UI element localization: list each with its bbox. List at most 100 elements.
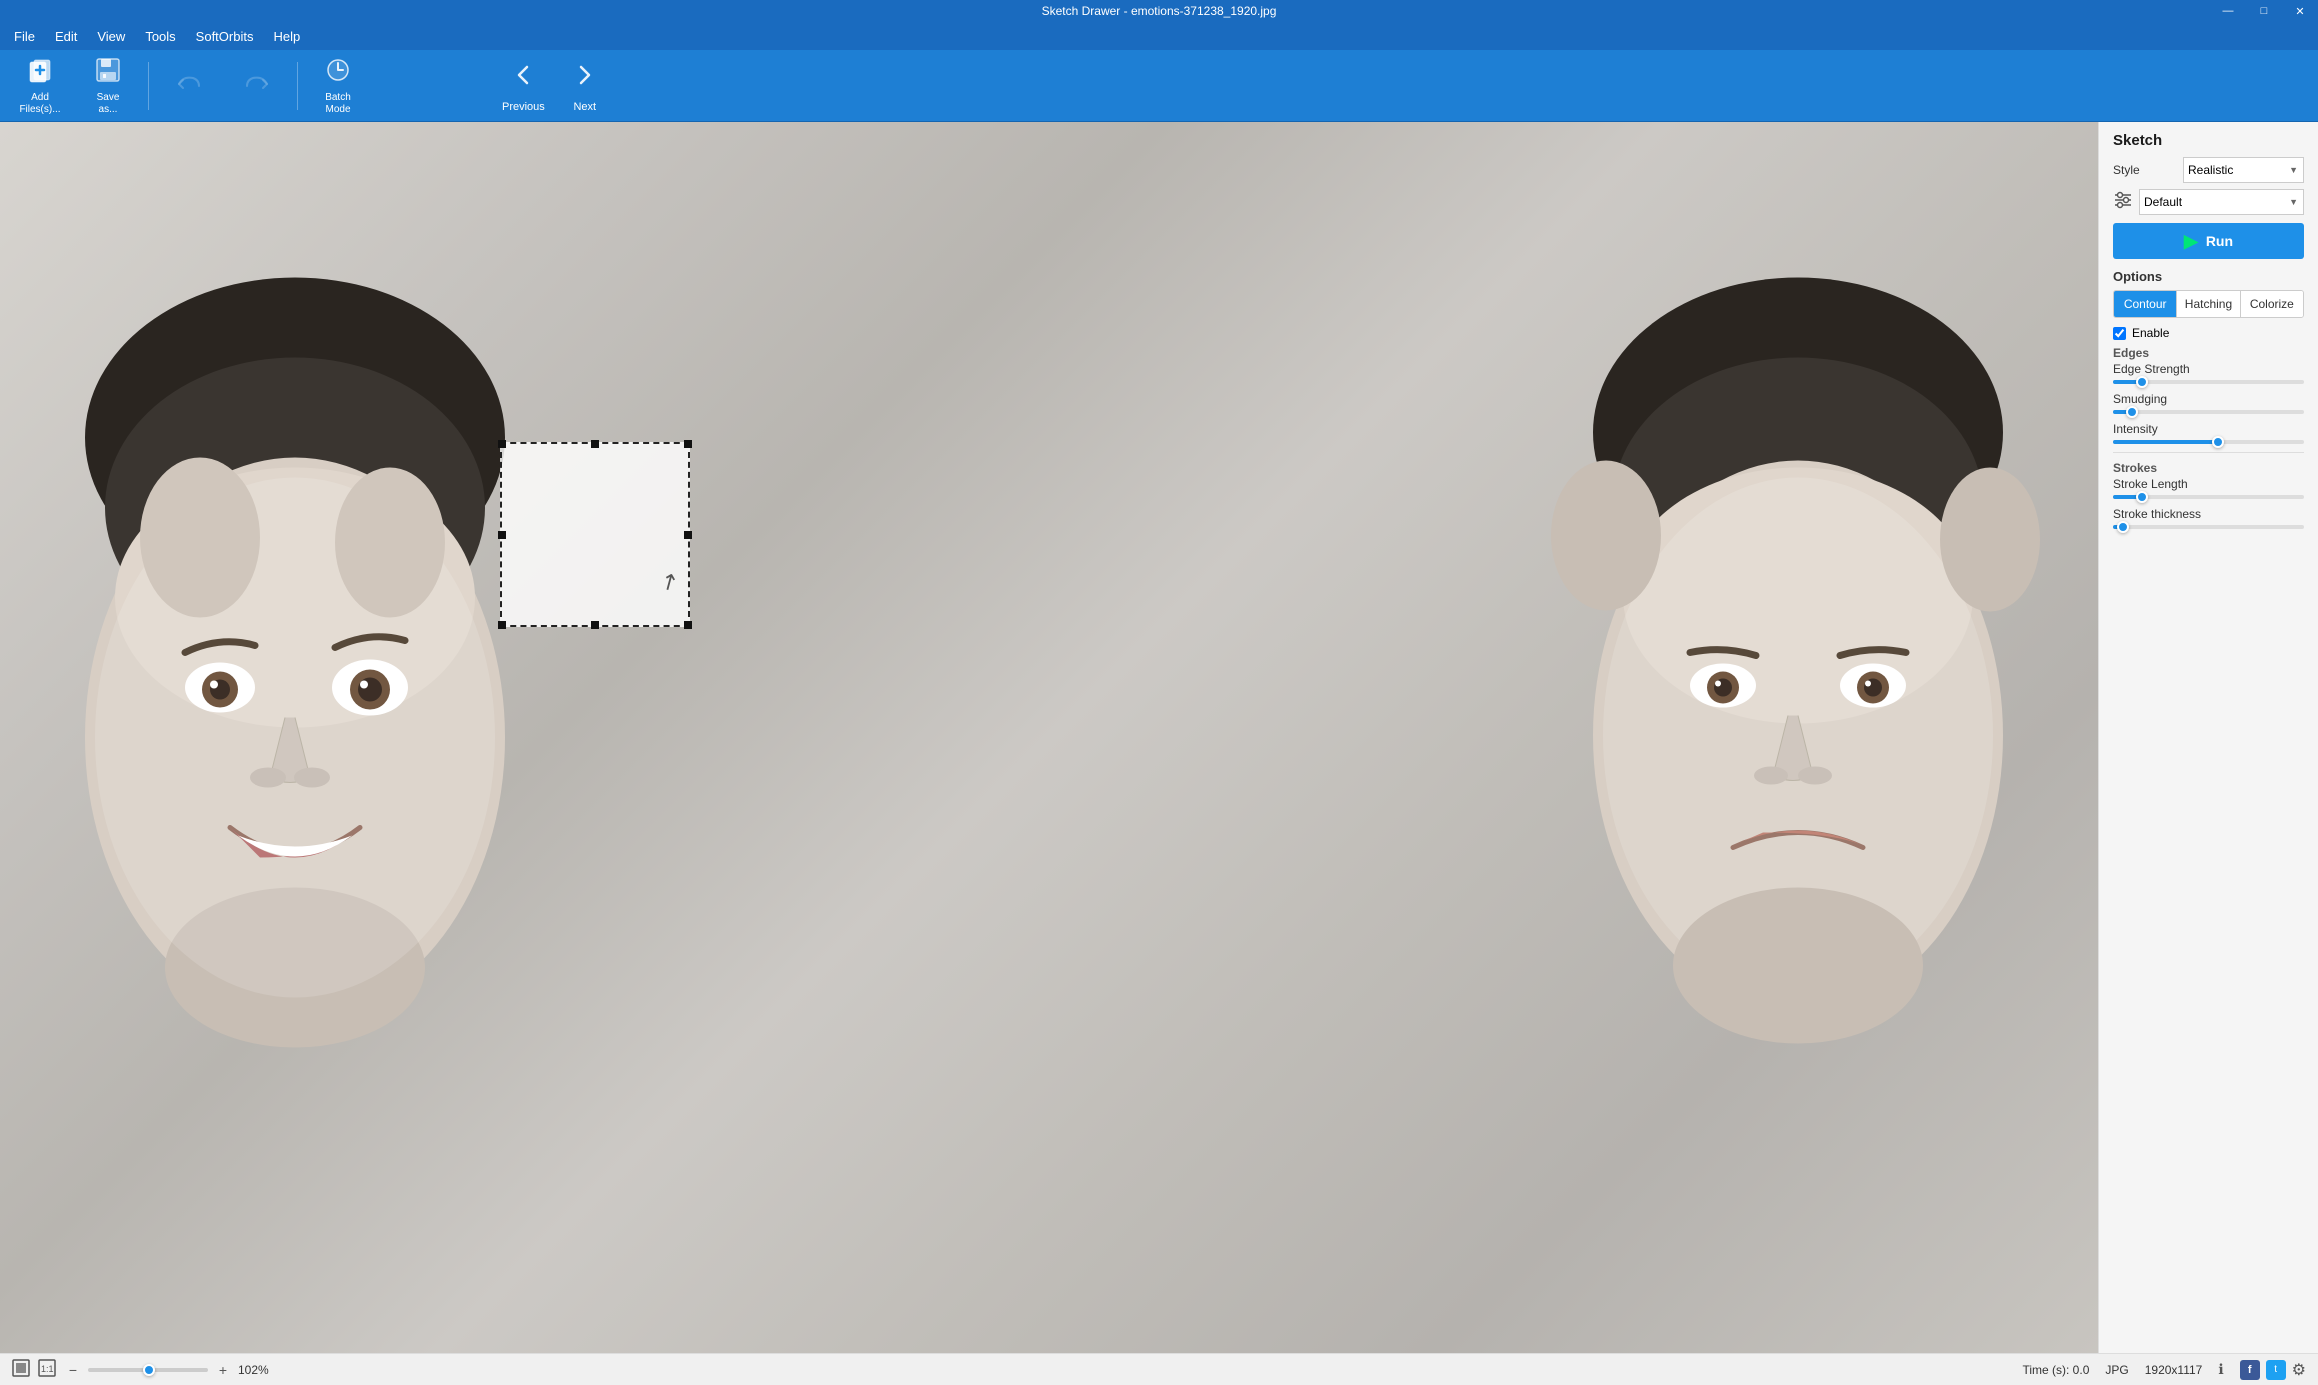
panel-sketch-section: Sketch Style Realistic — [2099, 122, 2318, 545]
edge-strength-label: Edge Strength — [2113, 362, 2304, 376]
menu-softorbits[interactable]: SoftOrbits — [186, 25, 264, 48]
maximize-button[interactable]: □ — [2246, 0, 2282, 22]
stroke-thickness-track[interactable] — [2113, 525, 2304, 529]
save-as-icon — [94, 56, 122, 88]
dimensions-label: 1920x1117 — [2145, 1363, 2203, 1377]
presets-select[interactable]: Default — [2139, 189, 2304, 215]
sel-handle-tr[interactable] — [684, 440, 692, 448]
stroke-thickness-label: Stroke thickness — [2113, 507, 2304, 521]
canvas-area[interactable]: ↗ — [0, 122, 2098, 1353]
menu-file[interactable]: File — [4, 25, 45, 48]
previous-button[interactable]: Previous — [494, 55, 553, 117]
style-select[interactable]: Realistic — [2183, 157, 2304, 183]
batch-mode-button[interactable]: BatchMode — [306, 54, 370, 118]
menu-help[interactable]: Help — [263, 25, 310, 48]
sel-handle-bc[interactable] — [591, 621, 599, 629]
svg-text:1:1: 1:1 — [41, 1364, 54, 1374]
edge-strength-row: Edge Strength — [2113, 362, 2304, 384]
add-files-icon — [26, 56, 54, 88]
undo-button[interactable] — [157, 54, 221, 118]
smudging-track[interactable] — [2113, 410, 2304, 414]
tab-hatching[interactable]: Hatching — [2177, 291, 2240, 317]
run-button[interactable]: ▶ Run — [2113, 223, 2304, 259]
toolbar-divider-1 — [148, 62, 149, 110]
time-label: Time (s): 0.0 — [2022, 1363, 2089, 1377]
options-label: Options — [2113, 269, 2304, 284]
minimize-button[interactable]: — — [2210, 0, 2246, 22]
main-layout: ↗ Sketch Style Realistic — [0, 122, 2318, 1353]
intensity-label: Intensity — [2113, 422, 2304, 436]
info-icon[interactable]: ℹ — [2218, 1361, 2223, 1378]
stroke-thickness-thumb[interactable] — [2117, 521, 2129, 533]
panel-title: Sketch — [2113, 132, 2304, 149]
left-face-svg — [0, 122, 660, 1353]
tab-contour[interactable]: Contour — [2114, 291, 2177, 317]
status-right: Time (s): 0.0 JPG 1920x1117 ℹ f t ⚙ — [2022, 1360, 2306, 1380]
stroke-length-track[interactable] — [2113, 495, 2304, 499]
smudging-row: Smudging — [2113, 392, 2304, 414]
enable-label: Enable — [2132, 326, 2169, 340]
menu-bar: File Edit View Tools SoftOrbits Help — [0, 22, 2318, 50]
facebook-icon[interactable]: f — [2240, 1360, 2260, 1380]
twitter-icon[interactable]: t — [2266, 1360, 2286, 1380]
intensity-thumb[interactable] — [2212, 436, 2224, 448]
sel-handle-ml[interactable] — [498, 531, 506, 539]
actual-size-icon[interactable]: 1:1 — [38, 1359, 56, 1380]
run-label: Run — [2206, 233, 2233, 249]
toolbar: AddFiles(s)... Saveas... — [0, 50, 2318, 122]
format-label: JPG — [2105, 1363, 2128, 1377]
zoom-control: − + 102% — [64, 1361, 269, 1379]
batch-mode-icon — [324, 56, 352, 88]
strokes-divider — [2113, 452, 2304, 453]
style-select-wrapper: Realistic — [2183, 157, 2304, 183]
previous-label: Previous — [502, 101, 545, 113]
zoom-slider[interactable] — [88, 1368, 208, 1372]
next-button[interactable]: Next — [561, 55, 609, 117]
next-icon — [569, 59, 601, 97]
zoom-out-button[interactable]: − — [64, 1361, 82, 1379]
close-button[interactable]: ✕ — [2282, 0, 2318, 22]
sel-handle-mr[interactable] — [684, 531, 692, 539]
menu-view[interactable]: View — [87, 25, 135, 48]
window-title: Sketch Drawer - emotions-371238_1920.jpg — [1042, 4, 1277, 18]
settings-status-icon[interactable]: ⚙ — [2292, 1360, 2306, 1380]
edge-strength-track[interactable] — [2113, 380, 2304, 384]
save-as-label: Saveas... — [97, 92, 120, 116]
menu-edit[interactable]: Edit — [45, 25, 87, 48]
run-arrow-icon: ▶ — [2184, 231, 2198, 252]
style-label: Style — [2113, 163, 2183, 177]
next-label: Next — [573, 101, 596, 113]
save-as-button[interactable]: Saveas... — [76, 54, 140, 118]
social-icons: f t ⚙ — [2240, 1360, 2306, 1380]
sel-handle-tl[interactable] — [498, 440, 506, 448]
redo-icon — [243, 70, 271, 102]
nav-buttons: Previous Next — [494, 55, 609, 117]
stroke-length-label: Stroke Length — [2113, 477, 2304, 491]
stroke-length-row: Stroke Length — [2113, 477, 2304, 499]
enable-checkbox[interactable] — [2113, 327, 2126, 340]
redo-button[interactable] — [225, 54, 289, 118]
intensity-track[interactable] — [2113, 440, 2304, 444]
smudging-label: Smudging — [2113, 392, 2304, 406]
sel-handle-tc[interactable] — [591, 440, 599, 448]
sel-handle-br[interactable] — [684, 621, 692, 629]
add-files-label: AddFiles(s)... — [19, 92, 60, 116]
menu-tools[interactable]: Tools — [135, 25, 185, 48]
stroke-length-thumb[interactable] — [2136, 491, 2148, 503]
intensity-row: Intensity — [2113, 422, 2304, 444]
previous-icon — [507, 59, 539, 97]
tab-colorize[interactable]: Colorize — [2241, 291, 2303, 317]
batch-mode-label: BatchMode — [325, 92, 351, 116]
add-files-button[interactable]: AddFiles(s)... — [8, 54, 72, 118]
zoom-thumb[interactable] — [143, 1364, 155, 1376]
sel-handle-bl[interactable] — [498, 621, 506, 629]
fit-icon[interactable] — [12, 1359, 30, 1380]
zoom-level: 102% — [238, 1363, 269, 1377]
title-bar: Sketch Drawer - emotions-371238_1920.jpg… — [0, 0, 2318, 22]
presets-select-wrapper: Default — [2139, 189, 2304, 215]
smudging-thumb[interactable] — [2126, 406, 2138, 418]
edge-strength-thumb[interactable] — [2136, 376, 2148, 388]
undo-icon — [175, 70, 203, 102]
selection-box[interactable]: ↗ — [500, 442, 690, 627]
zoom-in-button[interactable]: + — [214, 1361, 232, 1379]
